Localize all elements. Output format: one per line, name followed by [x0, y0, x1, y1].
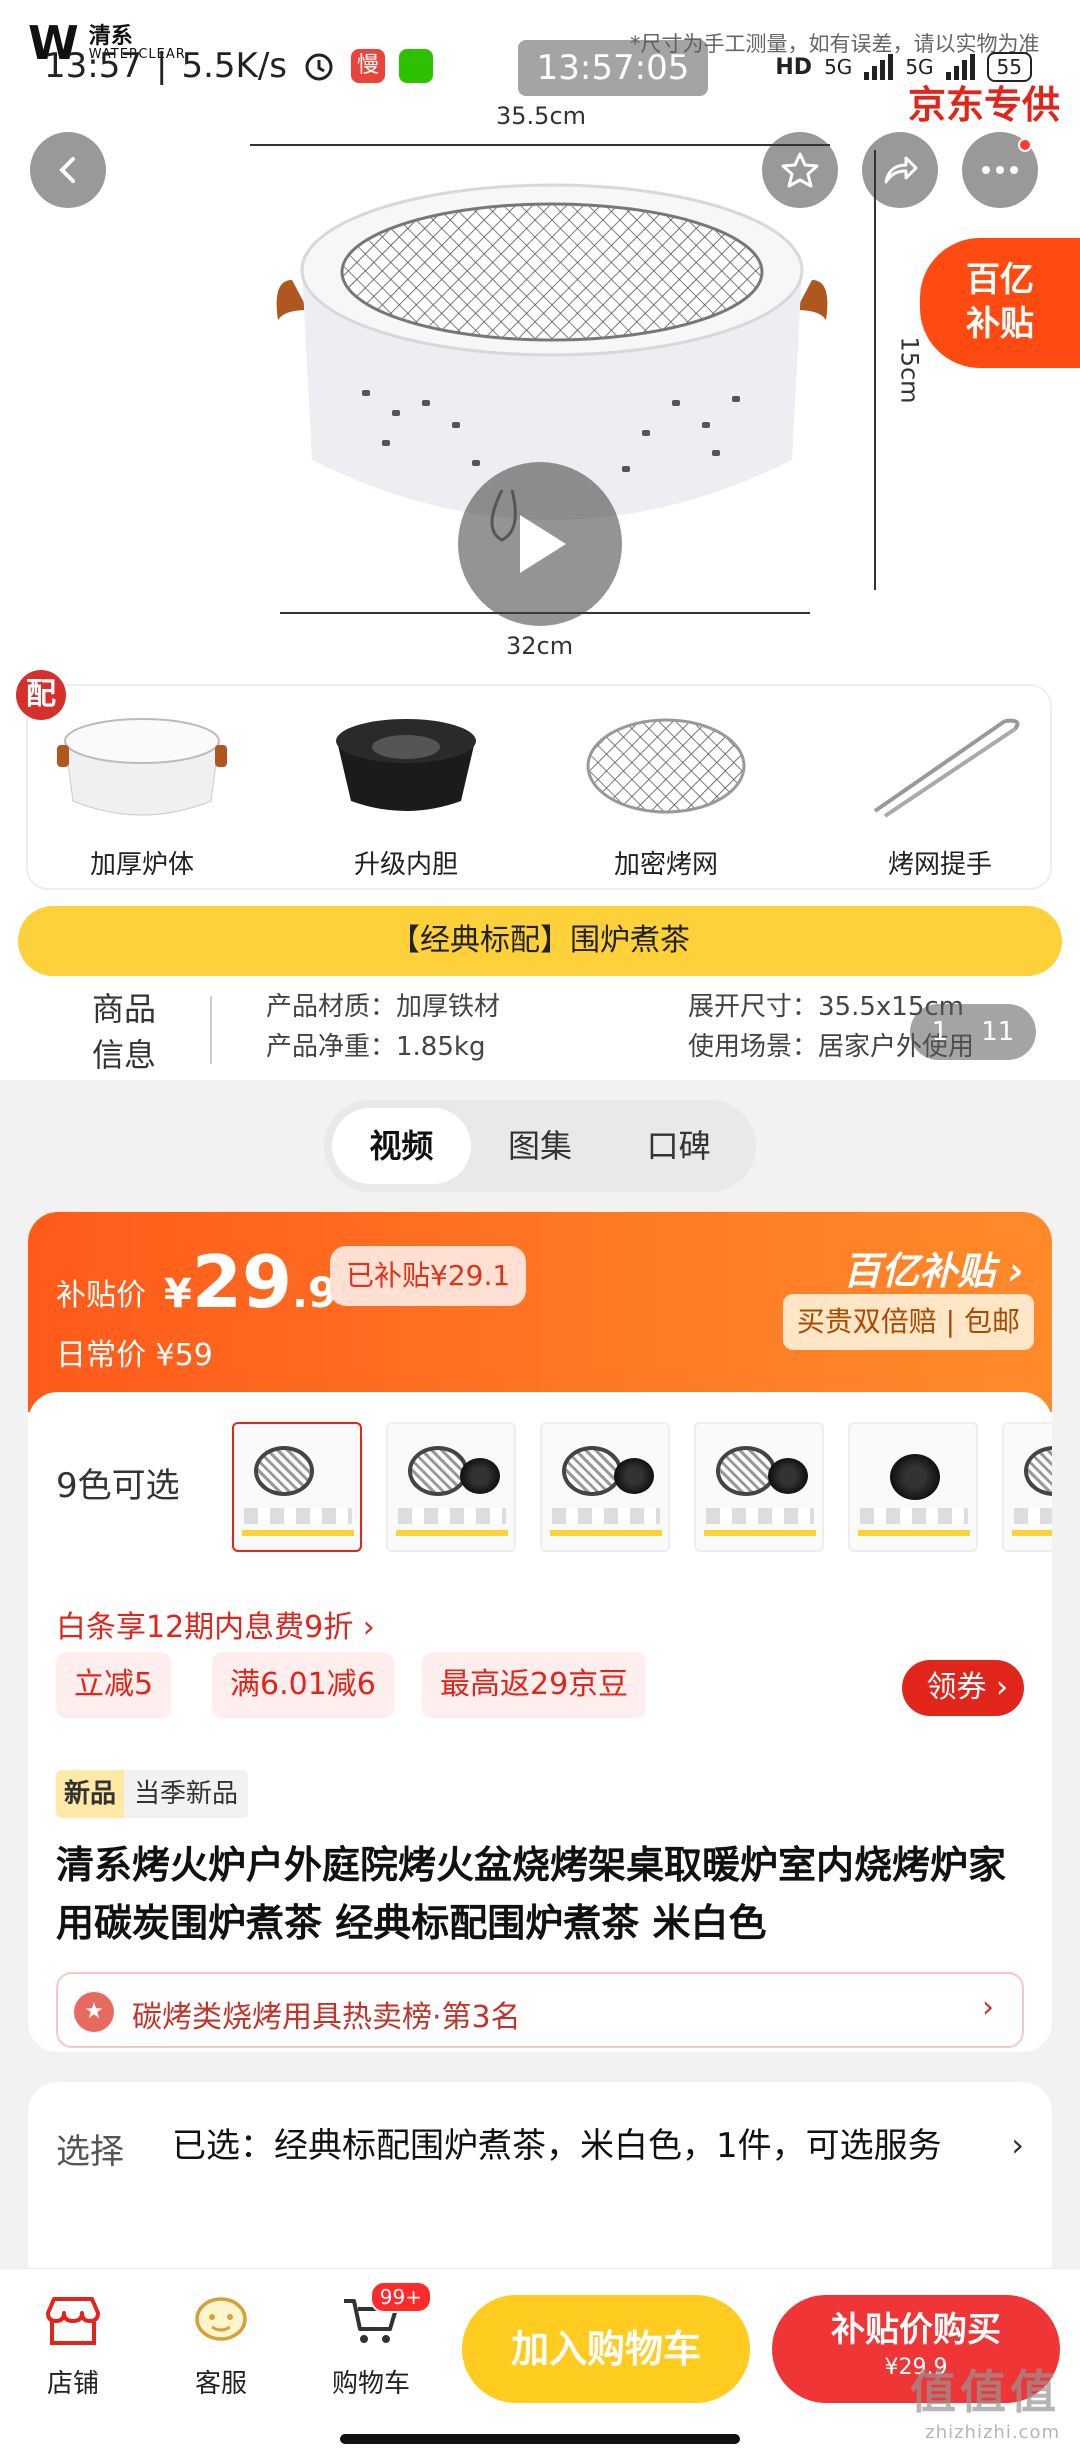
store-button[interactable]: 店铺	[18, 2293, 128, 2400]
play-icon	[520, 515, 566, 573]
alarm-icon	[305, 53, 333, 81]
status-bar: 13:57 | 5.5K/s 慢 13:57:05 HD 5G 5G 55	[0, 40, 1080, 96]
color-thumbnail[interactable]	[232, 1422, 362, 1552]
ranking-text: 碳烤类烧烤用具热卖榜·第3名	[132, 2000, 521, 2035]
wechat-icon	[399, 49, 433, 83]
accessory-label: 加密烤网	[613, 850, 718, 880]
medal-icon: ★	[74, 1992, 114, 2032]
status-clock: 13:57:05	[518, 40, 708, 96]
more-button[interactable]	[962, 132, 1038, 208]
tab-reviews[interactable]: 口碑	[609, 1108, 748, 1184]
network-5g-1: 5G	[824, 55, 853, 79]
color-thumbnails[interactable]	[232, 1422, 1052, 1552]
accessory-label: 烤网提手	[887, 850, 992, 880]
inner-pot-icon	[336, 719, 476, 811]
status-time: 13:57	[44, 46, 142, 86]
subsidy-badge[interactable]: 百亿 补贴	[920, 238, 1080, 368]
guarantee-badge[interactable]: 买贵双倍赔 | 包邮	[782, 1294, 1034, 1350]
store-label: 店铺	[46, 2369, 99, 2399]
dimension-line-right	[874, 150, 876, 590]
accessory-label: 加厚炉体	[89, 850, 194, 880]
spec-weight: 产品净重：1.85kg	[266, 1032, 486, 1062]
back-button[interactable]	[30, 132, 106, 208]
product-gallery[interactable]: W 清系 WATERCLEAR *尺寸为手工测量，如有误差，请以实物为准 京东专…	[0, 0, 1080, 1080]
product-options: 9色可选 白条享12期内息费9折 › 立减5 满6.01减6 最高返29京豆 领…	[28, 1392, 1052, 2052]
product-title: 清系烤火炉户外庭院烤火盆烧烤架桌取暖炉室内烧烤炉家用碳炭围炉煮茶 经典标配围炉煮…	[56, 1843, 1007, 1945]
tab-video[interactable]: 视频	[332, 1108, 471, 1184]
subsidy-brand-link[interactable]: 百亿补贴 ›	[843, 1240, 1024, 1295]
dimension-width-top: 35.5cm	[496, 102, 587, 130]
accessory-item: 加密烤网	[556, 706, 776, 881]
cart-label: 购物车	[331, 2369, 410, 2399]
grill-net-icon	[586, 718, 746, 814]
more-icon	[982, 166, 1018, 174]
baitiao-installment-link[interactable]: 白条享12期内息费9折 ›	[56, 1602, 375, 1646]
network-speed: 5.5K/s	[181, 46, 287, 86]
promo-tag[interactable]: 最高返29京豆	[422, 1652, 647, 1718]
get-coupon-button[interactable]: 领券 ›	[902, 1660, 1024, 1716]
accessory-item: 烤网提手	[830, 706, 1050, 881]
customer-service-label: 客服	[194, 2369, 247, 2399]
subsidy-price-header: 补贴价 ¥29.9 已补贴¥29.1 日常价 ¥59 百亿补贴 › 买贵双倍赔 …	[28, 1212, 1052, 1412]
chevron-right-icon: ›	[982, 1990, 994, 2025]
dimension-width-bottom: 32cm	[506, 632, 574, 660]
chevron-right-icon: ›	[1011, 2126, 1024, 2164]
accessory-item: 升级内胆	[296, 706, 516, 881]
subsidy-price-label: 补贴价	[56, 1278, 146, 1313]
spec-material: 产品材质：加厚铁材	[266, 992, 501, 1022]
share-icon	[884, 156, 918, 184]
color-thumbnail[interactable]	[1002, 1422, 1052, 1552]
signal-icon-2	[945, 54, 975, 80]
network-5g-2: 5G	[905, 55, 934, 79]
battery-icon: 55	[986, 52, 1032, 82]
buy-now-label: 补贴价购买	[831, 2310, 1001, 2350]
gallery-page-indicator: 1 11	[910, 1004, 1036, 1060]
dimension-height: 15cm	[895, 336, 924, 404]
price-card: 补贴价 ¥29.9 已补贴¥29.1 日常价 ¥59 百亿补贴 › 买贵双倍赔 …	[28, 1212, 1052, 2052]
promo-tag[interactable]: 立减5	[56, 1652, 172, 1718]
media-tabs: 视频 图集 口碑	[324, 1100, 756, 1192]
hot-ranking-link[interactable]: ★ 碳烤类烧烤用具热卖榜·第3名 ›	[56, 1972, 1024, 2048]
info-title-line2: 信息	[92, 1036, 157, 1074]
signal-icon	[864, 54, 894, 80]
notification-dot	[1018, 138, 1032, 152]
info-title-line1: 商品	[92, 990, 157, 1028]
daily-price: 日常价 ¥59	[56, 1338, 213, 1373]
color-thumbnail[interactable]	[386, 1422, 516, 1552]
add-to-cart-button[interactable]: 加入购物车	[462, 2295, 750, 2403]
subsidized-amount-tag: 已补贴¥29.1	[330, 1246, 527, 1306]
stove-body-icon	[57, 718, 227, 816]
tab-gallery[interactable]: 图集	[471, 1108, 610, 1184]
selection-label: 选择	[56, 2132, 124, 2172]
colors-count-label[interactable]: 9色可选	[56, 1458, 180, 1507]
color-thumbnail[interactable]	[540, 1422, 670, 1552]
chevron-left-icon	[59, 157, 75, 183]
color-thumbnail[interactable]	[694, 1422, 824, 1552]
subsidy-price: ¥29.9	[164, 1240, 338, 1324]
accessory-item: 加厚炉体	[32, 706, 252, 881]
cart-button[interactable]: 99+ 购物车	[316, 2281, 432, 2400]
app-notification-icon: 慢	[351, 49, 385, 83]
promo-tag[interactable]: 满6.01减6	[212, 1652, 394, 1718]
hd-icon: HD	[775, 54, 813, 80]
customer-service-icon	[195, 2297, 247, 2341]
cart-count-badge: 99+	[369, 2281, 432, 2313]
new-product-tag: 新品 当季新品	[56, 1770, 249, 1818]
classic-config-banner: 【经典标配】围炉煮茶	[18, 906, 1062, 976]
home-indicator[interactable]	[340, 2434, 740, 2444]
grill-handle-icon	[873, 718, 1020, 818]
accessory-label: 升级内胆	[353, 850, 458, 880]
color-thumbnail[interactable]	[848, 1422, 978, 1552]
info-divider	[210, 996, 212, 1064]
site-watermark: 值值值 zhizhizhi.com	[910, 2365, 1060, 2443]
customer-service-button[interactable]: 客服	[166, 2293, 276, 2400]
store-icon	[46, 2297, 100, 2345]
dimension-line-top	[250, 144, 830, 146]
selection-value: 已选：经典标配围炉煮茶，米白色，1件，可选服务	[172, 2126, 942, 2166]
play-video-button[interactable]	[458, 462, 622, 626]
